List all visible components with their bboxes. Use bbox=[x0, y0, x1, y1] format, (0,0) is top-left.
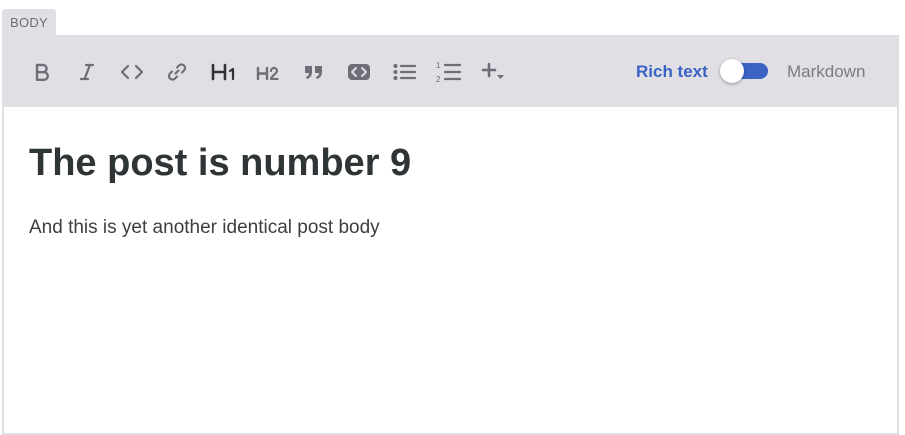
bullet-list-icon bbox=[393, 64, 416, 80]
insert-more-button[interactable] bbox=[480, 58, 508, 86]
code-button[interactable] bbox=[118, 58, 146, 86]
heading2-icon bbox=[256, 66, 279, 80]
italic-button[interactable] bbox=[73, 58, 101, 86]
post-paragraph[interactable]: And this is yet another identical post b… bbox=[29, 216, 877, 241]
editor-toolbar: 1 2 Rich text Markdown bbox=[4, 35, 897, 107]
numbered-list-icon: 1 2 bbox=[436, 61, 462, 84]
svg-text:2: 2 bbox=[436, 75, 441, 84]
link-icon bbox=[167, 63, 187, 81]
italic-icon bbox=[79, 63, 95, 81]
svg-text:1: 1 bbox=[436, 61, 441, 70]
heading2-button[interactable] bbox=[254, 58, 284, 86]
editor-mode-toggle[interactable] bbox=[720, 59, 768, 83]
bold-icon bbox=[35, 63, 49, 81]
code-icon bbox=[120, 64, 144, 80]
rich-text-editor: 1 2 Rich text Markdown The post is numbe… bbox=[2, 35, 899, 435]
editor-content[interactable]: The post is number 9 And this is yet ano… bbox=[29, 141, 877, 240]
markdown-mode-label[interactable]: Markdown bbox=[787, 62, 865, 82]
code-block-button[interactable] bbox=[345, 58, 373, 86]
link-button[interactable] bbox=[163, 58, 191, 86]
rich-text-mode-label[interactable]: Rich text bbox=[636, 62, 708, 82]
quote-icon bbox=[305, 66, 322, 79]
blockquote-button[interactable] bbox=[300, 58, 328, 86]
numbered-list-button[interactable]: 1 2 bbox=[435, 58, 463, 86]
plus-dropdown-icon bbox=[481, 62, 504, 79]
bold-button[interactable] bbox=[28, 58, 56, 86]
toggle-knob bbox=[720, 59, 744, 83]
heading1-button[interactable] bbox=[208, 58, 240, 86]
bullet-list-button[interactable] bbox=[390, 58, 418, 86]
code-block-icon bbox=[348, 64, 370, 80]
field-label: BODY bbox=[2, 9, 56, 35]
post-heading[interactable]: The post is number 9 bbox=[29, 141, 877, 187]
heading1-icon bbox=[211, 63, 235, 81]
